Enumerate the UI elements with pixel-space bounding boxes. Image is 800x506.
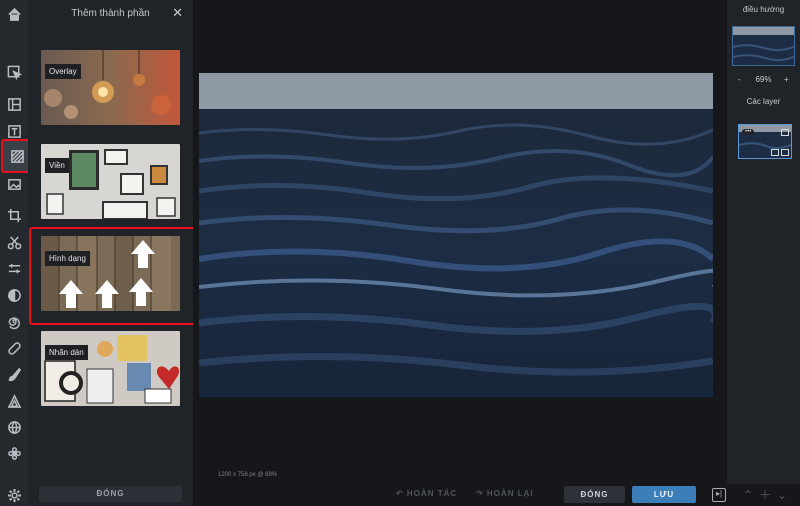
card-label: Overlay: [45, 64, 81, 79]
stickers-icon: [41, 331, 180, 406]
bandage-icon[interactable]: [4, 338, 24, 358]
settings-icon[interactable]: [4, 485, 24, 505]
sea-image[interactable]: [199, 73, 713, 397]
card-overlay[interactable]: Overlay: [41, 50, 180, 125]
chevron-up-icon[interactable]: ⌃＋⌄: [743, 486, 793, 503]
image-icon: [781, 129, 789, 136]
photo-editor: Thêm thành phần ✕ Overlay Viền Hình dạng…: [0, 0, 800, 506]
close-icon[interactable]: ✕: [172, 5, 183, 21]
layer-item[interactable]: •••: [738, 124, 792, 159]
select-icon[interactable]: [4, 62, 24, 82]
panel-title: Thêm thành phần: [71, 8, 150, 19]
text-icon[interactable]: [4, 121, 24, 141]
sea-photo-icon: [199, 73, 713, 397]
layer-options-badge[interactable]: •••: [742, 129, 755, 135]
right-panel: điều hướng - 69% + Các layer •••: [727, 0, 800, 484]
save-button[interactable]: LƯU: [632, 486, 696, 503]
card-label: Viền: [45, 158, 69, 173]
redo-button[interactable]: ↷ HOÀN LẠI: [476, 489, 534, 498]
card-label: Nhãn dán: [45, 345, 88, 360]
navigator-thumbnail[interactable]: [732, 26, 795, 66]
lock-icon[interactable]: [771, 149, 779, 156]
bokeh-bulbs-icon: [41, 50, 180, 125]
toggle-panel-icon[interactable]: ▸|: [712, 488, 726, 502]
image-icon[interactable]: [4, 174, 24, 194]
undo-button[interactable]: ↶ HOÀN TÁC: [396, 489, 457, 498]
zoom-in-button[interactable]: +: [784, 75, 789, 84]
visibility-icon[interactable]: [781, 149, 789, 156]
zoom-value: 69%: [755, 75, 772, 84]
flower-icon[interactable]: [4, 443, 24, 463]
panel-close-button[interactable]: ĐÓNG: [39, 486, 182, 502]
swirl-icon[interactable]: [4, 312, 24, 332]
layout-icon[interactable]: [4, 94, 24, 114]
filter-icon[interactable]: [4, 285, 24, 305]
bottom-bar: ↶ HOÀN TÁC ↷ HOÀN LẠI ĐÓNG LƯU ▸| ⌃＋⌄: [193, 484, 800, 506]
triangle-icon[interactable]: [4, 391, 24, 411]
card-stickers[interactable]: Nhãn dán: [41, 331, 180, 406]
panel-header: Thêm thành phần ✕: [28, 0, 193, 26]
navigator-title: điều hướng: [742, 5, 785, 14]
crop-icon[interactable]: [4, 205, 24, 225]
canvas-area: 1200 x 758 px @ 69%: [193, 0, 727, 484]
adjust-icon[interactable]: [4, 258, 24, 278]
globe-icon[interactable]: [4, 417, 24, 437]
image-size-info: 1200 x 758 px @ 69%: [218, 472, 278, 478]
brush-icon[interactable]: [4, 364, 24, 384]
close-button[interactable]: ĐÓNG: [564, 486, 625, 503]
card-frames[interactable]: Viền: [41, 144, 180, 219]
shapes-highlight-frame: [29, 227, 196, 325]
picture-frames-icon: [41, 144, 180, 219]
cut-icon[interactable]: [4, 232, 24, 252]
sea-thumbnail-icon: [733, 27, 794, 65]
left-toolbar: [0, 0, 34, 506]
home-icon[interactable]: [4, 4, 24, 24]
layers-title: Các layer: [746, 97, 781, 106]
